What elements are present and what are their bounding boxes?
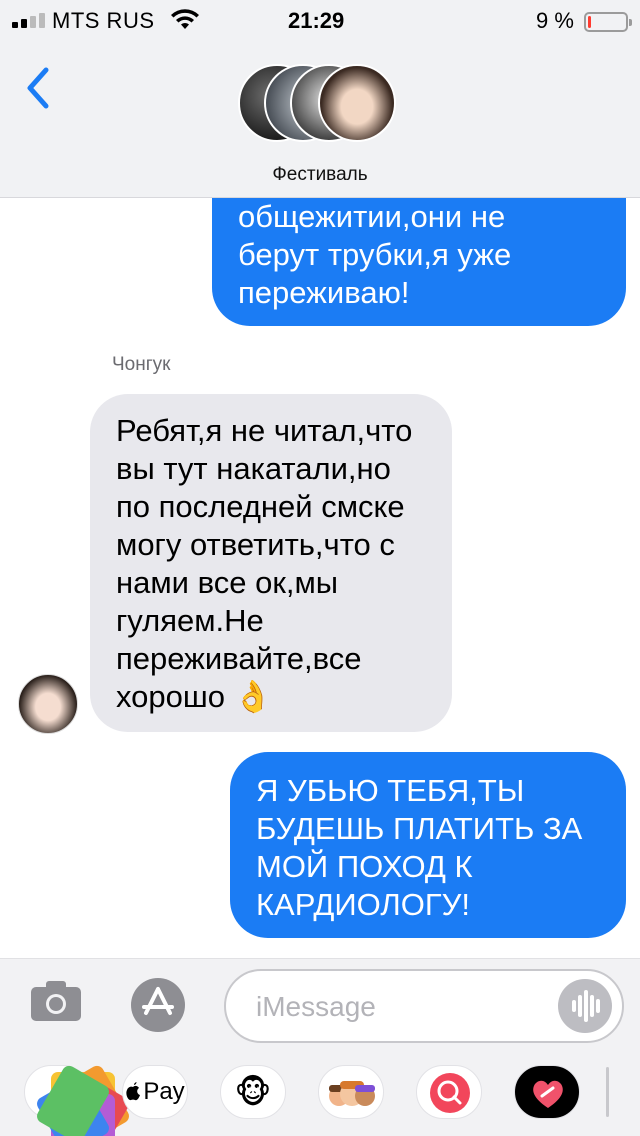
apple-pay-label: Pay xyxy=(123,1066,187,1118)
carrier-name: MTS RUS xyxy=(52,8,155,33)
app-store-icon[interactable] xyxy=(126,977,190,1033)
compose-bar: Pay 🐵 xyxy=(0,958,640,1136)
memoji-icon[interactable] xyxy=(318,1065,384,1119)
message-line: Ребят,я не читал,что xyxy=(116,413,413,448)
globe-search-glyph xyxy=(430,1073,470,1113)
memoji-faces-icon xyxy=(329,1081,375,1106)
apple-pay-icon[interactable]: Pay xyxy=(122,1065,188,1119)
message-line: гуляем.Не xyxy=(116,603,264,638)
status-bar: MTS RUS 21:29 9 % xyxy=(0,0,640,40)
status-time: 21:29 xyxy=(288,8,345,33)
apple-pay-text: Pay xyxy=(143,1078,185,1105)
chevron-left-icon[interactable] xyxy=(24,66,54,110)
heart-touch-icon[interactable] xyxy=(514,1065,580,1119)
message-bubble-outgoing[interactable]: Я УБЬЮ ТЕБЯ,ТЫ БУДЕШЬ ПЛАТИТЬ ЗА МОЙ ПОХ… xyxy=(230,752,626,938)
message-line: переживаю! xyxy=(238,275,410,310)
message-line: берут трубки,я уже xyxy=(238,237,512,272)
group-name[interactable]: Фестиваль xyxy=(0,164,640,186)
message-line: нами все ок,мы xyxy=(116,565,339,600)
message-input[interactable] xyxy=(256,985,566,1029)
photos-icon[interactable] xyxy=(24,1063,132,1136)
wifi-icon xyxy=(171,9,199,29)
message-input-pill[interactable] xyxy=(224,969,624,1043)
monkey-icon[interactable]: 🐵 xyxy=(220,1065,286,1119)
apple-logo-icon xyxy=(126,1082,141,1101)
battery-level-fill xyxy=(588,16,591,28)
message-line: вы тут накатали,но xyxy=(116,451,391,486)
waveform-icon[interactable] xyxy=(558,979,612,1033)
message-line: хорошо 👌 xyxy=(116,679,273,714)
message-bubble-incoming[interactable]: Ребят,я не читал,что вы тут накатали,но … xyxy=(90,394,452,732)
group-member-avatar xyxy=(318,64,396,142)
sender-avatar[interactable] xyxy=(18,674,78,734)
app-drawer: Pay 🐵 xyxy=(0,1063,640,1136)
battery-icon xyxy=(584,12,632,32)
message-line: переживайте,все xyxy=(116,641,362,676)
sender-name: Чонгук xyxy=(112,354,171,375)
drawer-divider xyxy=(606,1067,609,1117)
message-line: могу ответить,что с xyxy=(116,527,395,562)
message-line: Я УБЬЮ ТЕБЯ,ТЫ xyxy=(256,773,525,808)
conversation-header: MTS RUS 21:29 9 % Фестиваль xyxy=(0,0,640,198)
camera-icon[interactable] xyxy=(30,979,82,1023)
battery-percentage: 9 % xyxy=(536,8,574,33)
message-line: КАРДИОЛОГУ! xyxy=(256,887,470,922)
globe-search-icon[interactable] xyxy=(416,1065,482,1119)
group-avatars[interactable] xyxy=(238,64,408,144)
message-line: общежитии,они не xyxy=(238,199,506,234)
digital-touch-glyph xyxy=(533,1080,563,1108)
message-line: по последней смске xyxy=(116,489,405,524)
message-line: МОЙ ПОХОД К xyxy=(256,849,473,884)
message-line: БУДЕШЬ ПЛАТИТЬ ЗА xyxy=(256,811,583,846)
signal-strength-icon xyxy=(12,13,45,28)
animoji-glyph: 🐵 xyxy=(234,1074,272,1110)
